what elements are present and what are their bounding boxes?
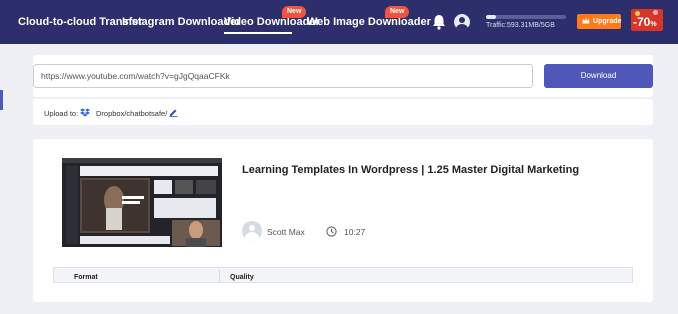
upload-path[interactable]: Dropbox/chatbotsafe/ xyxy=(96,109,167,118)
clock-icon xyxy=(326,226,337,237)
author-avatar xyxy=(242,221,262,241)
top-navbar: Cloud-to-cloud Transfer Instagram Downlo… xyxy=(0,0,678,44)
nav-video-downloader[interactable]: Video Downloader xyxy=(224,16,320,28)
new-badge: New xyxy=(282,6,307,18)
url-input[interactable]: https://www.youtube.com/watch?v=gJgQqaaC… xyxy=(33,64,533,88)
video-title: Learning Templates In Wordpress | 1.25 M… xyxy=(242,164,580,176)
download-button[interactable]: Download xyxy=(544,64,653,88)
bell-icon[interactable] xyxy=(432,14,446,30)
side-feedback-tab[interactable] xyxy=(0,90,3,110)
video-thumbnail[interactable] xyxy=(62,158,222,247)
video-duration: 10:27 xyxy=(344,227,366,237)
edit-icon[interactable] xyxy=(169,108,178,117)
new-badge: New xyxy=(385,6,410,18)
active-tab-indicator xyxy=(224,32,292,34)
upload-label: Upload to: xyxy=(44,109,79,118)
thumbnail-image xyxy=(62,158,222,247)
crown-icon xyxy=(582,18,590,24)
dropbox-icon xyxy=(80,108,90,117)
traffic-progress-bar xyxy=(486,15,566,19)
upgrade-label: Upgrade xyxy=(593,18,622,25)
traffic-progress-fill xyxy=(486,15,496,19)
nav-web-image-downloader[interactable]: Web Image Downloader xyxy=(307,16,431,28)
column-divider xyxy=(219,270,220,282)
author-name: Scott Max xyxy=(267,227,305,237)
promo-discount-badge[interactable]: -70% xyxy=(631,9,663,31)
upgrade-button[interactable]: Upgrade xyxy=(577,14,621,29)
nav-instagram-downloader[interactable]: Instagram Downloader xyxy=(122,16,241,28)
column-header-quality: Quality xyxy=(230,274,254,281)
promo-text: -70% xyxy=(633,15,657,29)
traffic-text: Traffic:593.31MB/5GB xyxy=(486,22,555,29)
column-header-format: Format xyxy=(74,274,98,281)
formats-table-header xyxy=(53,267,633,283)
user-icon[interactable] xyxy=(454,14,470,30)
